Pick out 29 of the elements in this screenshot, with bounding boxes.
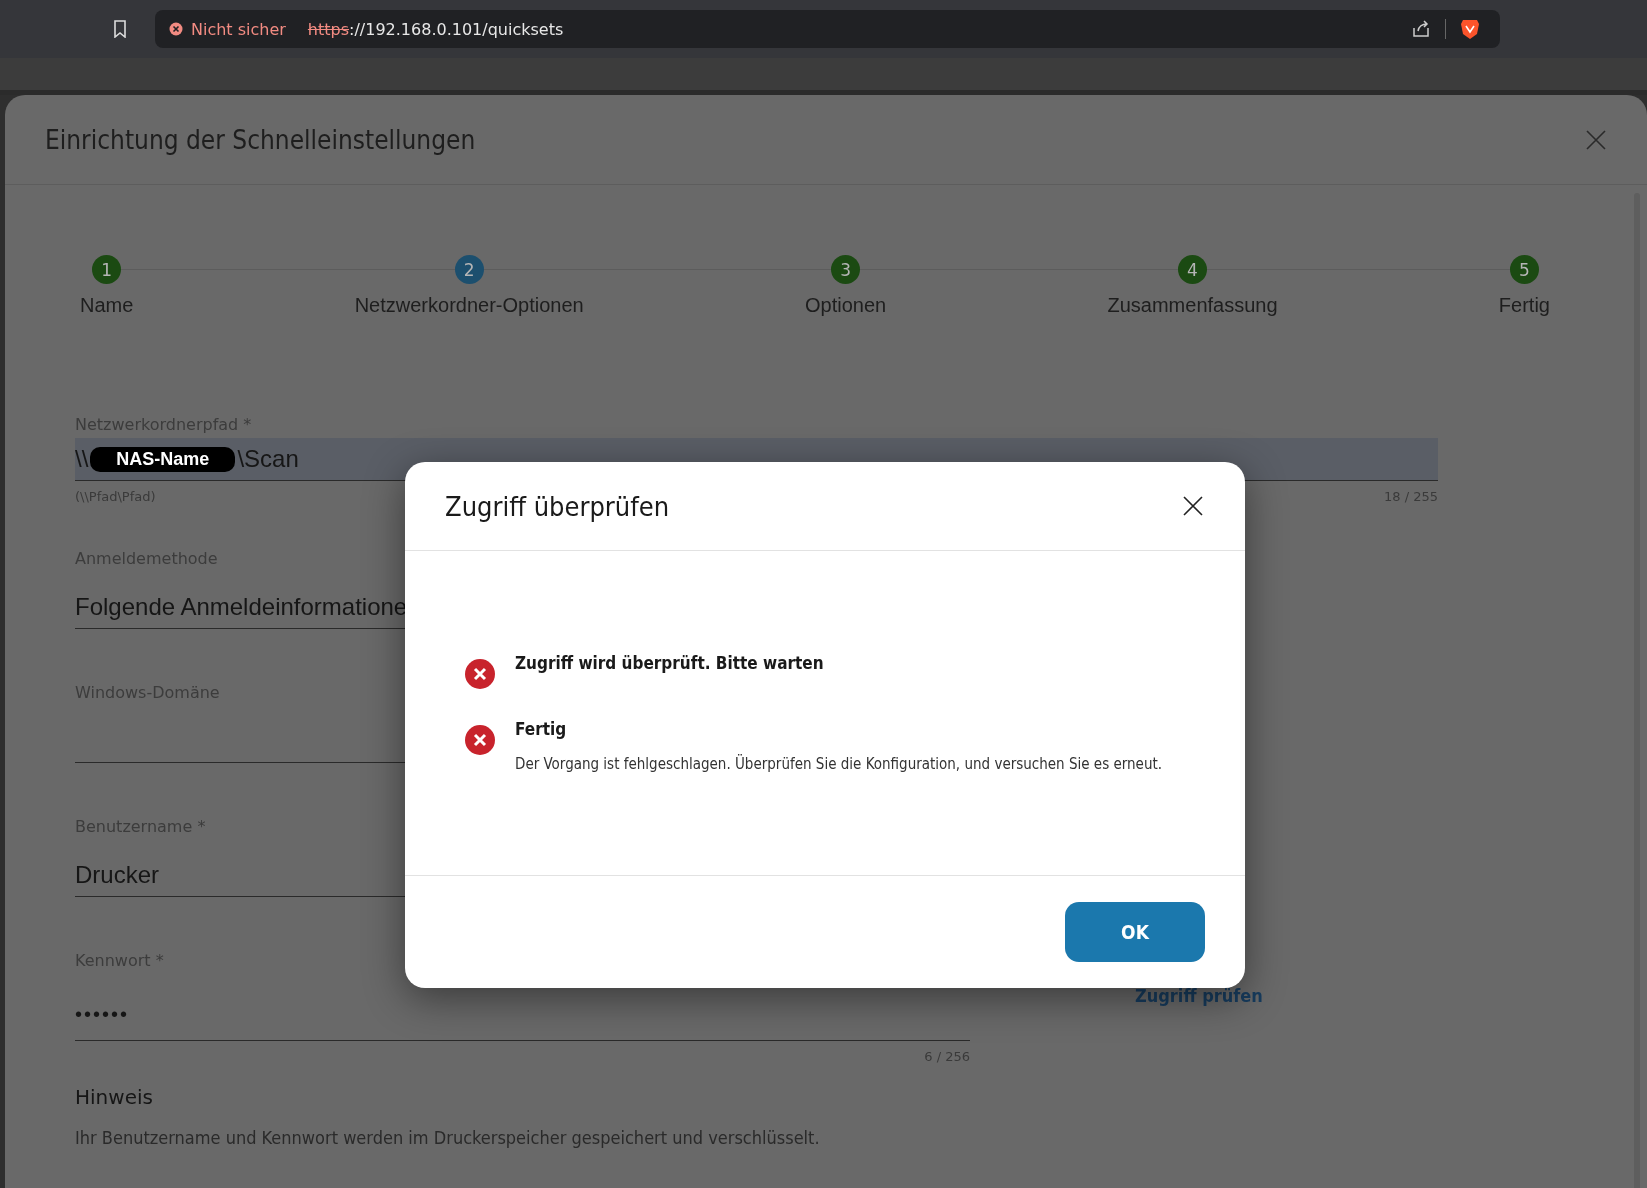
page-title: Einrichtung der Schnelleinstellungen	[45, 124, 476, 155]
step-label[interactable]: Netzwerkordner-Optionen	[354, 294, 584, 317]
step-number[interactable]: 3	[831, 255, 861, 284]
step-label[interactable]: Zusammenfassung	[1107, 294, 1278, 317]
message-title: Fertig	[515, 719, 568, 739]
step-label[interactable]: Name	[80, 294, 134, 317]
close-icon[interactable]	[1183, 496, 1203, 516]
step-label[interactable]: Fertig	[1498, 294, 1550, 317]
bookmark-icon[interactable]	[113, 20, 127, 38]
url-text: https://192.168.0.101/quicksets	[307, 19, 564, 39]
dialog-title: Zugriff überprüfen	[445, 490, 670, 522]
redaction-mark: NAS-Name	[90, 446, 236, 472]
error-icon	[465, 659, 495, 689]
share-icon[interactable]	[1411, 20, 1431, 38]
shield-icon[interactable]	[1460, 18, 1480, 40]
message-title: Zugriff wird überprüft. Bitte warten	[515, 653, 824, 673]
step-number[interactable]: 2	[454, 255, 484, 284]
note-text: Ihr Benutzername und Kennwort werden im Druckerspeicher gespeichert und verschlüsselt.	[75, 1127, 820, 1148]
ok-button[interactable]: OK	[1065, 902, 1205, 962]
warning-icon	[169, 22, 183, 36]
error-icon	[465, 725, 495, 755]
note-title: Hinweis	[75, 1085, 153, 1109]
step-number[interactable]: 5	[1509, 255, 1539, 284]
step-label[interactable]: Optionen	[805, 294, 887, 317]
message-detail: Der Vorgang ist fehlgeschlagen. Überprüfen Sie die Konfiguration, und versuchen Sie es erneut.	[515, 755, 1163, 773]
security-label: Nicht sicher	[191, 19, 286, 39]
step-number[interactable]: 1	[92, 255, 122, 284]
step-number[interactable]: 4	[1178, 255, 1207, 284]
address-bar[interactable]: Nicht sicher https://192.168.0.101/quicksets	[155, 10, 1500, 48]
